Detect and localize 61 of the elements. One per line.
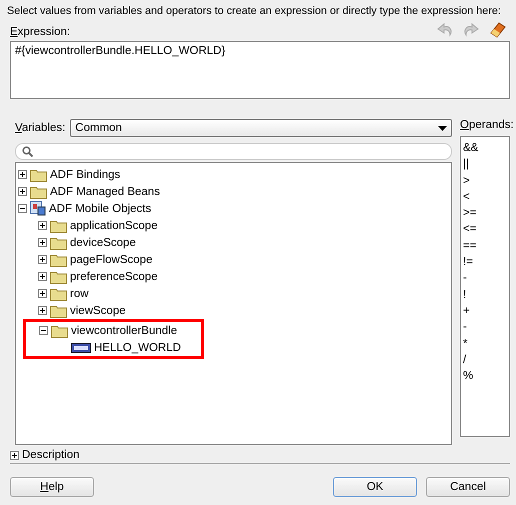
expand-icon[interactable] (18, 187, 27, 196)
expand-icon[interactable] (38, 289, 47, 298)
folder-icon (50, 218, 67, 232)
folder-icon (50, 270, 67, 284)
objects-icon (30, 201, 46, 216)
operand-item[interactable]: < (463, 188, 507, 206)
operand-item[interactable]: <= (463, 221, 507, 238)
folder-icon (50, 286, 67, 300)
tree-item[interactable]: deviceScope (70, 236, 136, 248)
folder-icon (30, 184, 47, 198)
tree-item[interactable]: HELLO_WORLD (94, 342, 181, 354)
expand-icon[interactable] (38, 306, 47, 315)
operand-item[interactable]: == (463, 238, 507, 254)
folder-icon (51, 324, 68, 338)
dropdown-arrow-icon (438, 126, 447, 130)
search-icon (22, 146, 33, 157)
expand-icon[interactable] (18, 170, 27, 179)
collapse-icon[interactable] (39, 326, 48, 335)
variables-dropdown[interactable]: Common (70, 119, 452, 137)
operand-item[interactable]: > (463, 172, 507, 189)
expand-icon[interactable] (38, 255, 47, 264)
expand-icon[interactable] (38, 221, 47, 230)
ok-button[interactable]: OK (333, 477, 417, 497)
operand-item[interactable]: - (463, 270, 507, 287)
expression-field[interactable]: #{viewcontrollerBundle.HELLO_WORLD} (10, 41, 510, 99)
folder-icon (50, 304, 67, 318)
search-field[interactable] (15, 143, 452, 160)
folder-icon (50, 236, 67, 250)
expand-icon[interactable] (38, 238, 47, 247)
operand-item[interactable]: / (463, 352, 507, 368)
tree-item[interactable]: applicationScope (70, 220, 158, 232)
eraser-icon[interactable] (488, 22, 506, 38)
value-icon (71, 342, 91, 352)
instructions-text: Select values from variables and operators to create an expression or directly type the expression here: (7, 4, 501, 18)
operand-item[interactable]: + (463, 302, 507, 320)
cancel-button[interactable]: Cancel (426, 477, 510, 497)
tree-item[interactable]: ADF Bindings (50, 168, 120, 180)
operand-item[interactable]: ! (463, 286, 507, 303)
tree-item[interactable]: ADF Mobile Objects (49, 202, 152, 214)
tree-item[interactable]: pageFlowScope (70, 254, 152, 266)
tree-item[interactable]: preferenceScope (70, 270, 158, 282)
variables-label: Variables: (15, 122, 66, 134)
expression-label: Expression: (10, 26, 70, 38)
folder-icon (50, 252, 67, 266)
tree-item[interactable]: viewcontrollerBundle (71, 324, 178, 336)
operand-item[interactable]: >= (463, 205, 507, 222)
expand-icon[interactable] (38, 272, 47, 281)
collapse-icon[interactable] (18, 204, 27, 213)
operand-item[interactable]: || (463, 156, 507, 173)
operand-item[interactable]: - (463, 319, 507, 336)
expand-icon[interactable] (10, 450, 19, 460)
tree-item[interactable]: ADF Managed Beans (50, 186, 160, 198)
help-button[interactable]: Help (10, 477, 94, 497)
operand-item[interactable]: % (463, 368, 507, 384)
operand-item[interactable]: && (463, 140, 507, 156)
tree-item[interactable]: viewScope (70, 304, 126, 316)
description-label[interactable]: Description (22, 449, 80, 461)
folder-icon (30, 168, 47, 182)
tree-item[interactable]: row (70, 288, 89, 300)
operand-item[interactable]: * (463, 336, 507, 352)
operand-item[interactable]: != (463, 254, 507, 270)
